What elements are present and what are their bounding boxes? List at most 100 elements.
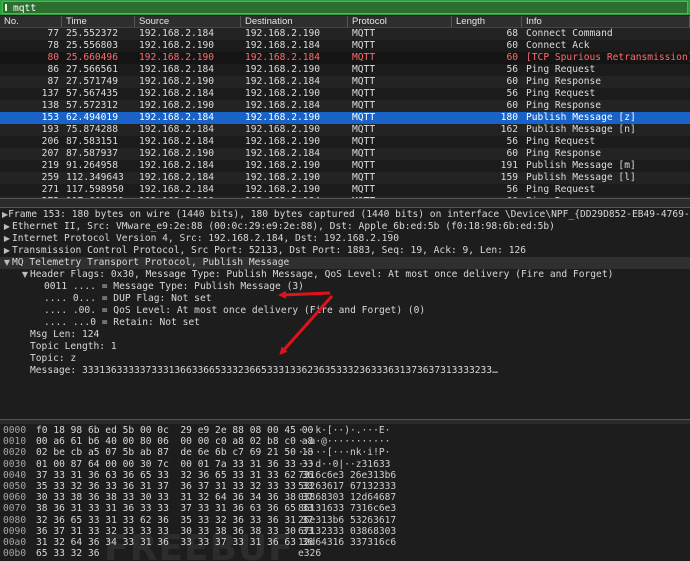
packet-cell-source: 192.168.2.184 [139,64,215,75]
packet-cell-source: 192.168.2.190 [139,100,215,111]
packet-row[interactable]: 86 27.566561 192.168.2.184 192.168.2.190 MQT… [0,64,690,76]
byte-ascii[interactable]: 86131633 7316c6e3 [294,503,396,514]
detail-line[interactable]: ▶ Internet Protocol Version 4, Src: 192.1… [0,233,690,245]
packet-cell-source: 192.168.2.184 [139,112,215,123]
col-header-protocol[interactable]: Protocol [348,16,452,27]
col-header-no[interactable]: No. [0,16,62,27]
packet-cell-source: 192.168.2.184 [139,184,215,195]
packet-cell-time: 87.583151 [66,136,118,147]
packet-cell-source: 192.168.2.184 [139,124,215,135]
packet-row[interactable]: 80 25.660496 192.168.2.190 192.168.2.184 MQT… [0,52,690,64]
byte-ascii[interactable]: e326 [294,548,321,559]
packet-cell-info: Publish Message [z] [526,112,636,123]
expand-down-icon[interactable]: ▼ [20,269,30,281]
packet-cell-length: 191 [500,160,518,171]
packet-list-header: No. Time Source Destination Protocol Len… [0,16,690,28]
byte-line: 0040 37 33 31 36 63 36 65 33 32 36 65 33 … [0,470,690,481]
byte-offset: 0090 [3,525,27,537]
packet-cell-source: 192.168.2.190 [139,76,215,87]
byte-ascii[interactable]: 12d64316 337316c6 [294,537,396,548]
detail-line[interactable]: .... .00. = QoS Level: At most once deli… [0,305,690,317]
detail-text: Header Flags: 0x30, Message Type: Publis… [30,269,614,280]
detail-line[interactable]: Message: 3331363333373331366336653332366… [0,365,690,377]
byte-ascii[interactable]: 03868303 12d64687 [294,492,396,503]
display-filter-input[interactable]: mqtt [2,1,688,14]
packet-list[interactable]: No. Time Source Destination Protocol Len… [0,16,690,198]
detail-line[interactable]: Msg Len: 124 [0,329,690,341]
packet-cell-source: 192.168.2.184 [139,136,215,147]
packet-row[interactable]: 193 75.874288 192.168.2.184 192.168.2.190 MQ… [0,124,690,136]
byte-ascii[interactable]: 26e313b6 53263617 [294,515,396,526]
pane-splitter[interactable] [0,198,690,208]
packet-row[interactable]: 137 57.567435 192.168.2.184 192.168.2.190 MQ… [0,88,690,100]
byte-hex[interactable]: 02 be cb a5 07 5b ab 87 de 6e 6b c7 69 2… [32,447,313,458]
packet-row[interactable]: 219 91.264958 192.168.2.184 192.168.2.190 MQ… [0,160,690,172]
packet-row[interactable]: 271 117.598950 192.168.2.184 192.168.2.190 M… [0,184,690,196]
byte-ascii[interactable]: 53263617 67132333 [294,481,396,492]
byte-hex[interactable]: f0 18 98 6b ed 5b 00 0c 29 e9 2e 88 08 0… [32,425,313,436]
packet-row[interactable]: 77 25.552372 192.168.2.184 192.168.2.190 MQT… [0,28,690,40]
packet-cell-time: 57.572312 [66,100,118,111]
detail-line[interactable]: ▶ Frame 153: 180 bytes on wire (1440 bits… [0,209,690,221]
expand-right-icon[interactable]: ▶ [2,245,12,257]
packet-cell-length: 60 [506,148,518,159]
detail-line[interactable]: ▶ Transmission Control Protocol, Src Port… [0,245,690,257]
packet-row[interactable]: 87 27.571749 192.168.2.190 192.168.2.184 MQT… [0,76,690,88]
col-header-info[interactable]: Info [522,16,690,27]
packet-row[interactable]: 206 87.583151 192.168.2.184 192.168.2.190 MQ… [0,136,690,148]
byte-hex[interactable]: 35 33 32 36 33 36 31 37 36 37 31 33 32 3… [32,481,313,492]
packet-cell-time: 62.494019 [66,112,118,123]
packet-cell-time: 57.567435 [66,88,118,99]
byte-ascii[interactable]: 7316c6e3 26e313b6 [294,470,396,481]
col-header-time[interactable]: Time [62,16,135,27]
packet-cell-destination: 192.168.2.184 [245,76,321,87]
expand-right-icon[interactable]: ▶ [2,233,12,245]
packet-cell-length: 159 [500,172,518,183]
byte-hex[interactable]: 32 36 65 33 31 33 62 36 35 33 32 36 33 3… [32,515,313,526]
detail-line[interactable]: ▶ Ethernet II, Src: VMware_e9:2e:88 (00:0… [0,221,690,233]
col-header-destination[interactable]: Destination [241,16,348,27]
byte-ascii[interactable]: 67132333 03868303 [294,526,396,537]
detail-line[interactable]: Topic: z [0,353,690,365]
packet-cell-no: 86 [47,64,59,75]
detail-line[interactable]: .... 0... = DUP Flag: Not set [0,293,690,305]
expand-down-icon[interactable]: ▼ [2,257,12,269]
detail-line[interactable]: 0011 .... = Message Type: Publish Messag… [0,281,690,293]
byte-line: 0030 01 00 87 64 00 00 30 7c 00 01 7a 33 … [0,459,690,470]
filter-bookmark-icon[interactable] [5,4,11,11]
detail-line[interactable]: Topic Length: 1 [0,341,690,353]
byte-hex[interactable]: 01 00 87 64 00 00 30 7c 00 01 7a 33 31 3… [32,459,313,470]
display-filter-bar: mqtt [0,0,690,15]
packet-details-tree[interactable]: ▶ Frame 153: 180 bytes on wire (1440 bits… [0,209,690,419]
byte-ascii[interactable]: ·····[···nk·i!P· [294,447,390,458]
byte-hex[interactable]: 00 a6 61 b6 40 00 80 06 00 00 c0 a8 02 b… [32,436,313,447]
byte-ascii[interactable]: ···k·[··)·.···E· [294,425,390,436]
packet-cell-no: 193 [41,124,59,135]
byte-ascii[interactable]: ··a·@··········· [294,436,390,447]
detail-line[interactable]: .... ...0 = Retain: Not set [0,317,690,329]
col-header-source[interactable]: Source [135,16,241,27]
col-header-length[interactable]: Length [452,16,522,27]
packet-cell-destination: 192.168.2.184 [245,40,321,51]
detail-line[interactable]: ▼ MQ Telemetry Transport Protocol, Publis… [0,257,690,269]
packet-row[interactable]: 78 25.556803 192.168.2.190 192.168.2.184 MQT… [0,40,690,52]
byte-hex[interactable]: 30 33 38 36 38 33 30 33 31 32 64 36 34 3… [32,492,313,503]
byte-hex[interactable]: 38 36 31 33 31 36 33 33 37 33 31 36 63 3… [32,503,313,514]
packet-row[interactable]: 259 112.349643 192.168.2.184 192.168.2.190 M… [0,172,690,184]
packet-row[interactable]: 138 57.572312 192.168.2.190 192.168.2.184 MQ… [0,100,690,112]
detail-text: .... 0... = DUP Flag: Not set [44,293,212,304]
packet-row[interactable]: 207 87.587937 192.168.2.190 192.168.2.184 MQ… [0,148,690,160]
packet-cell-no: 153 [41,112,59,123]
packet-cell-protocol: MQTT [352,100,376,111]
packet-cell-destination: 192.168.2.190 [245,184,321,195]
detail-line[interactable]: ▼ Header Flags: 0x30, Message Type: Publi… [0,269,690,281]
packet-row[interactable]: 153 62.494019 192.168.2.184 192.168.2.190 MQ… [0,112,690,124]
expand-right-icon[interactable]: ▶ [2,221,12,233]
packet-cell-destination: 192.168.2.190 [245,124,321,135]
byte-hex[interactable]: 37 33 31 36 63 36 65 33 32 36 65 33 31 3… [32,470,313,481]
byte-line: 0000 f0 18 98 6b ed 5b 00 0c 29 e9 2e 88 … [0,425,690,436]
byte-ascii[interactable]: ···d··0|··z31633 [294,459,390,470]
packet-cell-info: Ping Request [526,88,596,99]
packet-cell-no: 138 [41,100,59,111]
